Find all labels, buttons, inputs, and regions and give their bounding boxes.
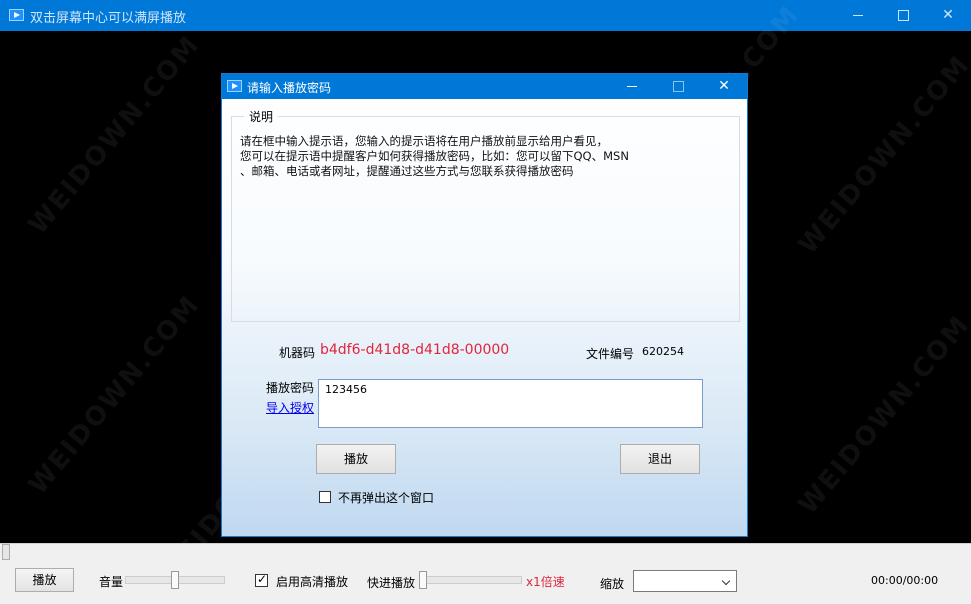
bottom-play-button[interactable]: 播放 <box>15 568 74 592</box>
video-app-icon <box>227 80 242 92</box>
control-bar: 播放 音量 启用高清播放 快进播放 x1倍速 缩放 00:00/00:00 <box>0 560 971 604</box>
watermark-text: WEIDOWN.COM <box>23 289 207 501</box>
maximize-icon <box>897 9 909 21</box>
machine-code-value: b4df6-d41d8-d41d8-00000 <box>320 342 510 358</box>
hd-checkbox[interactable] <box>255 572 268 587</box>
speed-thumb[interactable] <box>419 571 427 589</box>
speed-value: x1倍速 <box>526 575 565 589</box>
maximize-button[interactable] <box>880 0 926 31</box>
minimize-button[interactable] <box>835 0 881 31</box>
description-line: 、邮箱、电话或者网址，提醒通过这些方式与您联系获得播放密码 <box>240 164 574 178</box>
hd-label: 启用高清播放 <box>276 575 349 589</box>
volume-thumb[interactable] <box>171 571 179 589</box>
description-line: 请在框中输入提示语，您输入的提示语将在用户播放前显示给用户看见， <box>240 134 608 148</box>
progress-slider[interactable] <box>0 543 971 560</box>
volume-label: 音量 <box>99 575 124 589</box>
maximize-icon <box>672 80 684 92</box>
password-label: 播放密码 <box>266 381 315 395</box>
password-input[interactable]: 123456 <box>318 379 703 428</box>
dialog-close-button[interactable]: ✕ <box>701 74 747 99</box>
dialog-minimize-button[interactable] <box>609 74 655 99</box>
watermark-text: WEIDOWN.COM <box>793 309 971 521</box>
description-line: 您可以在提示语中提醒客户如何获得播放密码，比如：您可以留下QQ、MSN <box>240 149 629 163</box>
minimize-icon <box>853 14 863 16</box>
minimize-icon <box>627 85 637 87</box>
dialog-title: 请输入播放密码 <box>247 81 332 95</box>
file-no-value: 620254 <box>642 345 684 358</box>
window-title: 双击屏幕中心可以满屏播放 <box>30 11 187 26</box>
main-title-bar: 双击屏幕中心可以满屏播放 ✕ <box>0 0 971 31</box>
speed-slider[interactable] <box>420 576 522 584</box>
close-icon: ✕ <box>942 7 954 23</box>
zoom-select[interactable] <box>633 570 737 592</box>
video-app-icon <box>9 9 24 21</box>
group-label: 说明 <box>244 108 279 125</box>
dialog-title-bar: 请输入播放密码 ✕ <box>222 74 747 99</box>
no-popup-label: 不再弹出这个窗口 <box>338 491 435 505</box>
file-no-label: 文件编号 <box>586 347 635 361</box>
watermark-text: WEIDOWN.COM <box>793 49 971 261</box>
machine-code-label: 机器码 <box>279 346 316 360</box>
import-license-link[interactable]: 导入授权 <box>266 399 314 416</box>
password-dialog: 请输入播放密码 ✕ 说明 请在框中输入提示语，您输入的提示语将在用户播放前显示给… <box>221 73 748 537</box>
progress-thumb[interactable] <box>2 544 10 560</box>
play-button[interactable]: 播放 <box>316 444 396 474</box>
close-button[interactable]: ✕ <box>925 0 971 31</box>
exit-button[interactable]: 退出 <box>620 444 700 474</box>
fast-forward-label: 快进播放 <box>367 576 416 590</box>
description-text[interactable]: 请在框中输入提示语，您输入的提示语将在用户播放前显示给用户看见， 您可以在提示语… <box>240 134 629 179</box>
close-icon: ✕ <box>718 78 730 94</box>
no-popup-checkbox[interactable] <box>319 491 331 503</box>
zoom-label: 缩放 <box>600 577 625 591</box>
dialog-maximize-button[interactable] <box>655 74 701 99</box>
watermark-text: WEIDOWN.COM <box>23 29 207 241</box>
time-display: 00:00/00:00 <box>871 574 939 587</box>
